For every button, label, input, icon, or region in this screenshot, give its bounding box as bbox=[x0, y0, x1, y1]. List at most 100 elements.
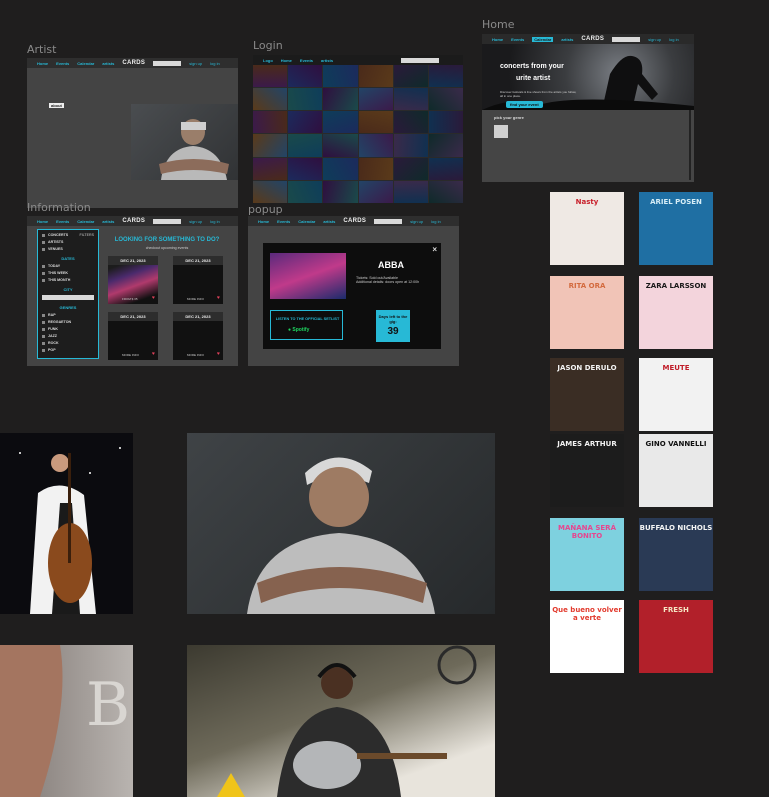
filter-option[interactable]: VENUES bbox=[42, 247, 94, 251]
nav-logo-text[interactable]: Logo bbox=[263, 58, 273, 63]
nav-home[interactable]: Home bbox=[37, 61, 48, 66]
filter-option[interactable]: FUNK bbox=[42, 327, 94, 331]
concert-poster[interactable]: MAÑANA SERÁ BONITO bbox=[550, 518, 624, 591]
logo[interactable]: CARDS bbox=[122, 218, 145, 224]
concert-poster[interactable]: BUFFALO NICHOLS bbox=[639, 518, 713, 591]
setlist-button[interactable]: LISTEN TO THE OFFICIAL SETLIST ● Spotify bbox=[270, 310, 343, 340]
nav-home[interactable]: Home bbox=[492, 37, 503, 42]
heart-icon[interactable]: ♥ bbox=[217, 295, 220, 301]
nav-home[interactable]: Home bbox=[258, 219, 269, 224]
nav-events[interactable]: Events bbox=[56, 61, 69, 66]
checkbox-icon[interactable] bbox=[42, 247, 45, 251]
filter-option[interactable]: ROCK bbox=[42, 341, 94, 345]
login-link[interactable]: log in bbox=[431, 219, 441, 224]
checkbox-icon[interactable] bbox=[42, 348, 45, 352]
search-input[interactable] bbox=[153, 218, 182, 224]
concert-poster[interactable]: Nasty bbox=[550, 192, 624, 265]
nav-calendar[interactable]: Calendar bbox=[532, 36, 554, 42]
logo[interactable]: CARDS bbox=[343, 218, 366, 224]
search-input[interactable] bbox=[153, 60, 182, 66]
concert-poster[interactable]: FRESH bbox=[639, 600, 713, 673]
event-card[interactable]: DEC 21, 2023 FROM $ 35 ♥ bbox=[108, 256, 158, 304]
nav-artists[interactable]: artists bbox=[561, 37, 573, 42]
event-card[interactable]: DEC 21, 2023 MORE INFO ♥ bbox=[108, 312, 158, 360]
filter-option[interactable]: TODAY bbox=[42, 264, 94, 268]
search-input[interactable] bbox=[612, 36, 641, 42]
concert-tile bbox=[288, 180, 323, 203]
checkbox-icon[interactable] bbox=[42, 278, 45, 282]
concert-tile bbox=[323, 65, 358, 88]
concert-tile bbox=[428, 111, 463, 134]
guitarist-figure-icon bbox=[217, 645, 477, 797]
nav-calendar[interactable]: Calendar bbox=[77, 61, 94, 66]
city-input[interactable] bbox=[42, 295, 94, 300]
nav-events[interactable]: Events bbox=[300, 58, 313, 63]
signup-link[interactable]: sign up bbox=[410, 219, 423, 224]
concert-tile bbox=[323, 180, 358, 203]
find-event-button[interactable]: find your event bbox=[506, 101, 543, 108]
login-link[interactable]: log in bbox=[669, 37, 679, 42]
filter-option[interactable]: REGGAETON bbox=[42, 320, 94, 324]
concert-poster[interactable]: MEUTE bbox=[639, 358, 713, 431]
event-card[interactable]: DEC 21, 2023 MORE INFO ♥ bbox=[173, 256, 223, 304]
signup-link[interactable]: sign up bbox=[648, 37, 661, 42]
filter-option[interactable]: POP bbox=[42, 348, 94, 352]
close-icon[interactable]: × bbox=[432, 245, 437, 254]
checkbox-icon[interactable] bbox=[42, 233, 45, 237]
nav-calendar[interactable]: Calendar bbox=[77, 219, 94, 224]
checkbox-icon[interactable] bbox=[42, 313, 45, 317]
concert-poster[interactable]: ZARA LARSSON bbox=[639, 276, 713, 349]
checkbox-icon[interactable] bbox=[42, 327, 45, 331]
concert-poster[interactable]: ARIEL POSEN bbox=[639, 192, 713, 265]
concert-tile bbox=[288, 134, 323, 157]
days-left-label: Days left to the gig: bbox=[378, 314, 408, 324]
search-input[interactable] bbox=[374, 218, 403, 224]
nav-artists[interactable]: artists bbox=[323, 219, 335, 224]
login-link[interactable]: log in bbox=[210, 61, 220, 66]
heart-icon[interactable]: ♥ bbox=[152, 295, 155, 301]
logo[interactable]: CARDS bbox=[581, 36, 604, 42]
checkbox-icon[interactable] bbox=[42, 341, 45, 345]
checkbox-icon[interactable] bbox=[42, 334, 45, 338]
concert-poster[interactable]: RITA ORA bbox=[550, 276, 624, 349]
search-input[interactable] bbox=[401, 57, 440, 63]
checkbox-icon[interactable] bbox=[42, 320, 45, 324]
poster-title: ARIEL POSEN bbox=[650, 198, 702, 206]
filter-option[interactable]: JAZZ bbox=[42, 334, 94, 338]
home-frame: Home Events Calendar artists CARDS sign … bbox=[482, 34, 694, 182]
concert-poster[interactable]: JAMES ARTHUR bbox=[550, 434, 624, 507]
nav-events[interactable]: Events bbox=[277, 219, 290, 224]
logo[interactable]: CARDS bbox=[122, 60, 145, 66]
event-date: DEC 21, 2023 bbox=[108, 312, 158, 321]
checkbox-icon[interactable] bbox=[42, 271, 45, 275]
filter-option[interactable]: RAP bbox=[42, 313, 94, 317]
login-link[interactable]: log in bbox=[210, 219, 220, 224]
nav-artists[interactable]: artists bbox=[102, 61, 114, 66]
poster-title: MAÑANA SERÁ BONITO bbox=[557, 524, 616, 540]
heart-icon[interactable]: ♥ bbox=[152, 351, 155, 357]
concert-poster[interactable]: GINO VANNELLI bbox=[639, 434, 713, 507]
about-tag[interactable]: about bbox=[49, 103, 64, 108]
nav-home[interactable]: Home bbox=[37, 219, 48, 224]
nav-events[interactable]: Events bbox=[511, 37, 524, 42]
event-card[interactable]: DEC 21, 2023 MORE INFO ♥ bbox=[173, 312, 223, 360]
signup-link[interactable]: sign up bbox=[189, 219, 202, 224]
nav-artists[interactable]: artists bbox=[102, 219, 114, 224]
signup-link[interactable]: sign up bbox=[189, 61, 202, 66]
checkbox-icon[interactable] bbox=[42, 264, 45, 268]
heart-icon[interactable]: ♥ bbox=[217, 351, 220, 357]
nav-calendar[interactable]: Calendar bbox=[298, 219, 315, 224]
filter-option[interactable]: THIS MONTH bbox=[42, 278, 94, 282]
nav-artists[interactable]: artists bbox=[321, 58, 333, 63]
filter-option[interactable]: THIS WEEK bbox=[42, 271, 94, 275]
nav-home[interactable]: Home bbox=[281, 58, 292, 63]
filter-option[interactable]: ARTISTS bbox=[42, 240, 94, 244]
scrollbar[interactable] bbox=[689, 110, 691, 180]
genre-checkbox[interactable] bbox=[494, 125, 508, 138]
nav-events[interactable]: Events bbox=[56, 219, 69, 224]
concert-poster[interactable]: Que bueno volver a verte bbox=[550, 600, 624, 673]
info-navbar: Home Events Calendar artists CARDS sign … bbox=[27, 216, 238, 226]
concert-tile bbox=[428, 65, 463, 88]
concert-poster[interactable]: JASON DERULO bbox=[550, 358, 624, 431]
checkbox-icon[interactable] bbox=[42, 240, 45, 244]
